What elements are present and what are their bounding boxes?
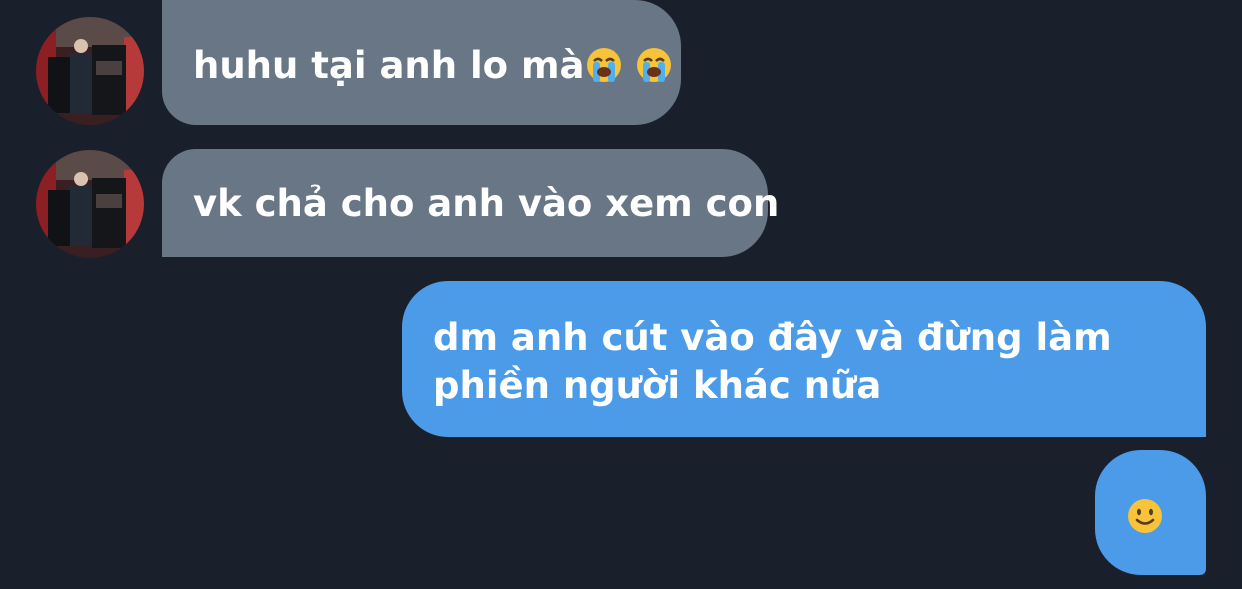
sender-avatar[interactable] [36,17,144,125]
loudly-crying-face-emoji [635,46,673,84]
slightly-smiling-face-emoji [1126,497,1164,535]
message-text-line: dm anh cút vào đây và đừng làm [433,316,1112,359]
outgoing-message-bubble[interactable] [1095,450,1206,575]
sender-avatar[interactable] [36,150,144,258]
incoming-message-bubble[interactable]: huhu tại anh lo mà [162,0,681,125]
message-text: huhu tại anh lo mà [193,44,585,87]
incoming-message-bubble[interactable]: vk chả cho anh vào xem con [162,149,779,257]
message-text-line: phiền người khác nữa [433,364,882,407]
chat-screen: { "messages": [ {"sender": "other", "tex… [0,0,1242,589]
outgoing-message-bubble[interactable]: dm anh cút vào đây và đừng làm phiền ngư… [402,281,1206,437]
message-text: vk chả cho anh vào xem con [193,182,780,225]
loudly-crying-face-emoji [585,46,623,84]
